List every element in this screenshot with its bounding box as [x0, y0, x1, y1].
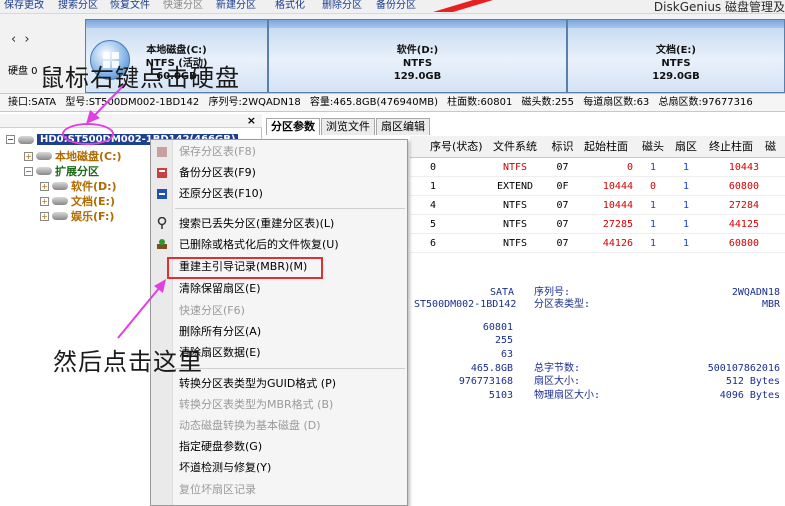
menu-item-search-lost-partitions[interactable]: 搜索已丢失分区(重建分区表)(L): [179, 217, 334, 231]
toolbar-backup-partition-button[interactable]: 备份分区: [376, 0, 416, 11]
red-arrow-decoration: [433, 0, 493, 12]
table-row[interactable]: 6 NTFS 07 44126 1 1 60800: [410, 234, 785, 253]
detail-capacity: 465.8GB: [470, 363, 513, 374]
backup-table-icon: [157, 168, 167, 178]
detail-sector-size-label: 扇区大小:: [534, 376, 581, 387]
detail-ptype: MBR: [761, 299, 780, 310]
tree-node-e[interactable]: + 文档(E:): [40, 193, 115, 209]
detail-interface: SATA: [490, 287, 515, 298]
table-row[interactable]: 4 NTFS 07 10444 1 1 27284: [410, 196, 785, 215]
info-total-sectors: 总扇区数:97677316: [658, 97, 753, 108]
tree-node-d[interactable]: + 软件(D:): [40, 178, 117, 194]
tree-scrollbar[interactable]: ×: [0, 114, 262, 128]
toolbar-new-partition-button[interactable]: 新建分区: [216, 0, 256, 11]
detail-heads: 255: [494, 335, 513, 346]
tab-partition-params[interactable]: 分区参数: [266, 118, 320, 135]
partition-icon: [36, 152, 52, 160]
menu-item-save-partition-table[interactable]: 保存分区表(F8): [179, 145, 256, 159]
menu-item-reset-bad-sectors[interactable]: 复位坏扇区记录: [179, 483, 256, 497]
file-recovery-icon: [157, 239, 167, 249]
right-tabs: 分区参数 浏览文件 扇区编辑: [266, 118, 431, 135]
menu-item-backup-partition-table[interactable]: 备份分区表(F9): [179, 166, 256, 180]
menu-item-convert-to-guid[interactable]: 转换分区表类型为GUID格式 (P): [179, 377, 336, 391]
menu-item-dynamic-to-basic[interactable]: 动态磁盘转换为基本磁盘 (D): [179, 419, 321, 433]
toolbar-quick-partition-button[interactable]: 快速分区: [163, 0, 203, 11]
info-capacity: 容量:465.8GB(476940MB): [309, 97, 438, 108]
annotation-step1: 鼠标右键点击硬盘: [40, 64, 240, 92]
tab-browse-files[interactable]: 浏览文件: [321, 118, 375, 135]
table-row[interactable]: 1 EXTEND 0F 10444 0 1 60800: [410, 177, 785, 196]
detail-phys-size: 4096 Bytes: [719, 390, 780, 401]
disk-info-line: 接口:SATA 型号:ST500DM002-1BD142 序列号:2WQADN1…: [0, 94, 785, 112]
detail-phys-size-label: 物理扇区大小:: [534, 390, 601, 401]
toolbar-save-button[interactable]: 保存更改: [4, 0, 44, 11]
close-icon[interactable]: ×: [247, 114, 256, 127]
tree-node-extended[interactable]: − 扩展分区: [24, 163, 99, 179]
menu-item-restore-partition-table[interactable]: 还原分区表(F10): [179, 187, 263, 201]
extended-partition-icon: [36, 167, 52, 175]
detail-serial: 2WQADN18: [731, 287, 780, 298]
save-table-icon: [157, 147, 167, 157]
info-model: 型号:ST500DM002-1BD142: [65, 97, 200, 108]
menu-item-bad-sector-check[interactable]: 坏道检测与修复(Y): [179, 461, 271, 475]
detail-serial-label: 序列号:: [534, 287, 571, 298]
annotation-ellipse: [62, 123, 114, 145]
detail-bytes: 500107862016: [707, 363, 780, 374]
partition-bar-e[interactable]: 文档(E:) NTFS 129.0GB: [567, 19, 785, 93]
info-interface: 接口:SATA: [8, 97, 57, 108]
info-serial: 序列号:2WQADN18: [208, 97, 301, 108]
toolbar: 保存更改 搜索分区 恢复文件 快速分区 新建分区 格式化 删除分区 备份分区 D…: [0, 0, 785, 14]
table-row[interactable]: 5 NTFS 07 27285 1 1 44125: [410, 215, 785, 234]
annotation-step2: 然后点击这里: [53, 348, 203, 376]
highlight-box-rebuild-mbr: [167, 257, 323, 279]
detail-sector-size: 512 Bytes: [725, 376, 780, 387]
toolbar-delete-partition-button[interactable]: 删除分区: [322, 0, 362, 11]
partition-icon: [52, 182, 68, 190]
detail-bytes-label: 总字节数:: [534, 363, 581, 374]
tree-node-c[interactable]: + 本地磁盘(C:): [24, 148, 122, 164]
menu-item-quick-partition[interactable]: 快速分区(F6): [179, 304, 245, 318]
detail-extra: 5103: [488, 390, 513, 401]
partition-bar-d[interactable]: 软件(D:) NTFS 129.0GB: [268, 19, 567, 93]
detail-cylinders: 60801: [482, 322, 513, 333]
info-cylinders: 柱面数:60801: [447, 97, 513, 108]
detail-model: ST500DM002-1BD142: [414, 299, 517, 310]
table-row[interactable]: 0 NTFS 07 0 1 1 10443: [410, 158, 785, 177]
toolbar-recover-files-button[interactable]: 恢复文件: [110, 0, 150, 11]
tree-node-f[interactable]: + 娱乐(F:): [40, 208, 114, 224]
disk-label: 硬盘 0: [8, 66, 38, 77]
disk-nav-arrows-icon[interactable]: ‹ ›: [11, 32, 32, 47]
disk-details-panel: SATA ST500DM002-1BD142 序列号: 分区表类型: 2WQAD…: [410, 284, 785, 506]
info-heads: 磁头数:255: [521, 97, 575, 108]
partition-icon: [52, 212, 68, 220]
menu-item-specify-disk-params[interactable]: 指定硬盘参数(G): [179, 440, 262, 454]
menu-item-convert-to-mbr[interactable]: 转换分区表类型为MBR格式 (B): [179, 398, 333, 412]
menu-item-delete-all-partitions[interactable]: 删除所有分区(A): [179, 325, 261, 339]
menu-item-file-recovery[interactable]: 已删除或格式化后的文件恢复(U): [179, 238, 339, 252]
table-header: 序号(状态) 文件系统 标识 起始柱面 磁头 扇区 终止柱面 磁: [410, 136, 785, 158]
app-brand: DiskGenius 磁盘管理及: [653, 0, 785, 14]
detail-ptype-label: 分区表类型:: [534, 299, 591, 310]
toolbar-search-partition-button[interactable]: 搜索分区: [58, 0, 98, 11]
partition-icon: [52, 197, 68, 205]
hard-disk-icon: [18, 135, 34, 144]
tab-sector-edit[interactable]: 扇区编辑: [376, 118, 430, 135]
restore-table-icon: [157, 189, 167, 199]
search-icon: [157, 217, 167, 229]
toolbar-format-button[interactable]: 格式化: [275, 0, 305, 11]
detail-total-sectors: 976773168: [458, 376, 513, 387]
partition-table: 序号(状态) 文件系统 标识 起始柱面 磁头 扇区 终止柱面 磁 0 NTFS 07…: [410, 136, 785, 253]
detail-sectors: 63: [500, 349, 513, 360]
menu-item-clear-reserved-sectors[interactable]: 清除保留扇区(E): [179, 282, 261, 296]
context-menu: 保存分区表(F8) 备份分区表(F9) 还原分区表(F10) 搜索已丢失分区(重…: [150, 139, 408, 506]
info-sectors: 每道扇区数:63: [583, 97, 650, 108]
